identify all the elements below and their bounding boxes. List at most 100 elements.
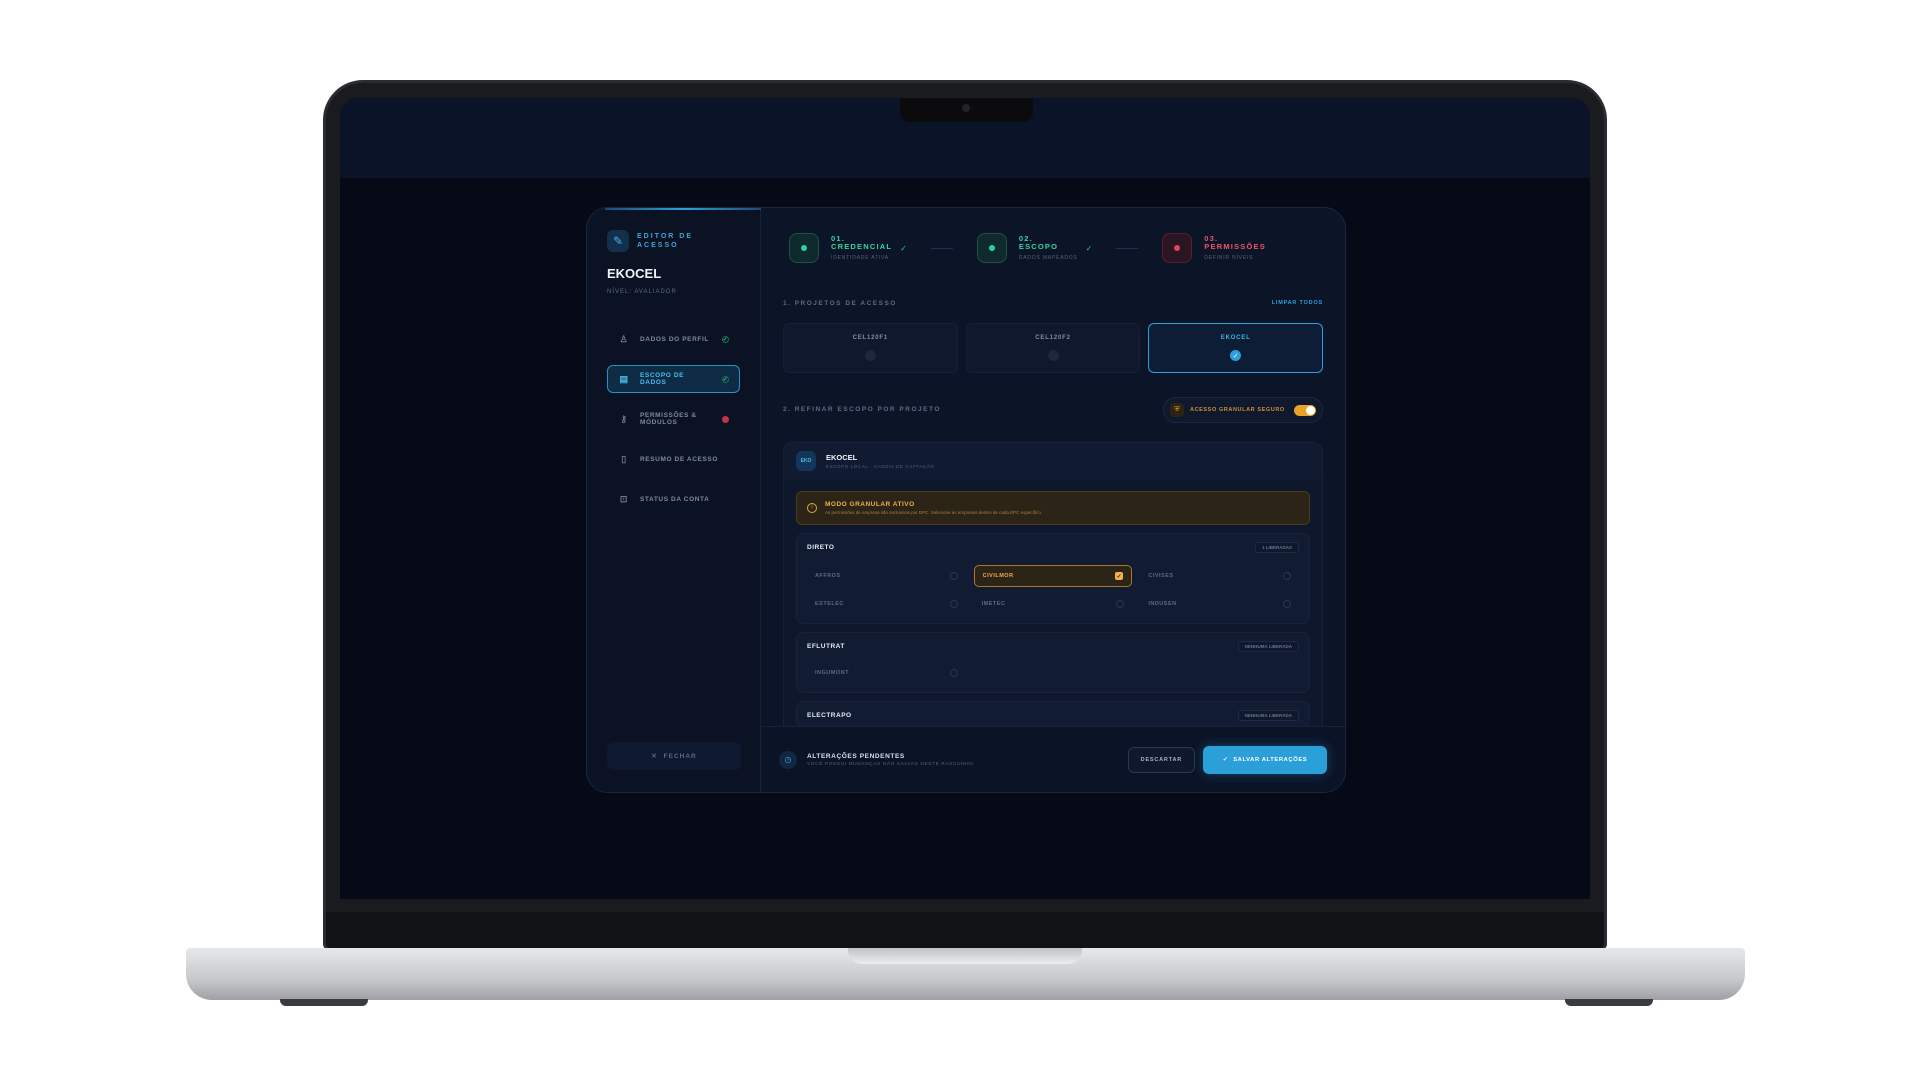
clock-icon: ◷ xyxy=(779,750,797,769)
company-group-electrapo: ELECTRAPO NENHUMA LIBERADA xyxy=(796,701,1310,728)
project-name: CEL120F2 xyxy=(1035,335,1071,341)
company-option[interactable]: CIVISES xyxy=(1140,565,1299,587)
sidebar-accent-line xyxy=(605,208,761,210)
step-desc: DADOS MAPEADOS xyxy=(1018,254,1078,261)
checkbox-icon[interactable] xyxy=(949,600,958,608)
option-label: INDUSEN xyxy=(1148,601,1177,607)
company-option[interactable]: INDUSEN xyxy=(1140,593,1299,615)
checkbox-icon[interactable] xyxy=(949,572,958,580)
checkbox-icon[interactable] xyxy=(1283,600,1291,608)
panel-header: EKO EKOCEL ESCOPO LOCAL · CADEIA DE CAPT… xyxy=(784,443,1322,479)
check-icon: ✓ xyxy=(1222,756,1229,763)
footer-subtitle: VOCÊ POSSUI MUDANÇAS NÃO SALVAS NESTE RA… xyxy=(807,761,974,767)
key-icon: ⚷ xyxy=(620,413,628,424)
checkbox-icon[interactable] xyxy=(1116,600,1125,608)
clear-all-link[interactable]: LIMPAR TODOS xyxy=(1272,300,1323,306)
toggle-label: ACESSO GRANULAR SEGURO xyxy=(1190,407,1285,413)
option-label: AFFROS xyxy=(815,573,841,579)
sidebar-item-permissions[interactable]: ⚷ PERMISSÕES & MÓDULOS xyxy=(607,405,740,433)
sidebar-item-label: ESCOPO DE DADOS xyxy=(640,372,685,386)
step-connector xyxy=(1116,247,1139,249)
step-name: PERMISSÕES xyxy=(1204,241,1266,251)
step-name: CREDENCIAL xyxy=(831,241,893,251)
laptop-chin xyxy=(326,912,1604,948)
step-scope[interactable]: 02. ESCOPO DADOS MAPEADOS ✓ xyxy=(976,233,1093,263)
sidebar-item-account-status[interactable]: ⊡ STATUS DA CONTA xyxy=(607,485,740,513)
company-group-eflutrat: EFLUTRAT NENHUMA LIBERADA INGUMONT xyxy=(796,632,1310,693)
user-icon: ♙ xyxy=(619,333,629,344)
group-badge: NENHUMA LIBERADA xyxy=(1237,710,1299,721)
group-badge: 1 LIBERADAS xyxy=(1254,542,1299,553)
project-card-selected[interactable]: EKOCEL ✓ xyxy=(1148,323,1324,373)
alert-title: MODO GRANULAR ATIVO xyxy=(825,501,915,508)
step-name: ESCOPO xyxy=(1018,241,1059,251)
project-scope-panel: EKO EKOCEL ESCOPO LOCAL · CADEIA DE CAPT… xyxy=(783,442,1323,742)
company-option[interactable]: AFFROS xyxy=(807,565,966,587)
step-dot-icon xyxy=(1162,233,1193,263)
group-badge: NENHUMA LIBERADA xyxy=(1237,641,1299,652)
group-title: EFLUTRAT xyxy=(807,643,845,650)
granular-mode-alert: ! MODO GRANULAR ATIVO As permissões de e… xyxy=(796,491,1310,525)
save-button-label: SALVAR ALTERAÇÕES xyxy=(1233,756,1308,763)
step-permissions[interactable]: 03. PERMISSÕES DEFINIR NÍVEIS xyxy=(1162,233,1266,263)
refine-section: 2. REFINAR ESCOPO POR PROJETO ⛨ ACESSO G… xyxy=(783,397,1323,423)
profile-level: NÍVEL: AVALIADOR xyxy=(607,289,677,295)
radio-icon xyxy=(1047,350,1059,361)
checkbox-checked-icon[interactable]: ✓ xyxy=(1115,572,1124,580)
company-option[interactable]: INGUMONT xyxy=(807,662,966,684)
step-dot-icon xyxy=(976,233,1007,263)
company-option-checked[interactable]: CIVILMOR ✓ xyxy=(973,565,1133,587)
radio-icon xyxy=(864,350,876,361)
project-card[interactable]: CEL120F2 xyxy=(965,323,1141,373)
error-status-icon xyxy=(722,415,729,423)
database-icon: ▤ xyxy=(619,373,629,384)
check-icon: ✓ xyxy=(1085,243,1093,253)
stepper: 01. CREDENCIAL IDENTIDADE ATIVA ✓ 02. ES… xyxy=(761,208,1345,268)
sidebar-item-profile-data[interactable]: ♙ DADOS DO PERFIL ✓ xyxy=(607,325,740,353)
project-avatar: EKO xyxy=(796,451,816,471)
projects-section: 1. PROJETOS DE ACESSO LIMPAR TODOS CEL12… xyxy=(783,300,1324,373)
close-button[interactable]: ✕ FECHAR xyxy=(607,742,741,770)
save-changes-button[interactable]: ✓ SALVAR ALTERAÇÕES xyxy=(1203,745,1327,774)
option-label: IMETEC xyxy=(981,601,1006,607)
option-label: CIVISES xyxy=(1148,573,1174,579)
step-desc: DEFINIR NÍVEIS xyxy=(1204,254,1254,261)
option-label: CIVILMOR xyxy=(982,573,1014,579)
sidebar-item-data-scope[interactable]: ▤ ESCOPO DE DADOS ✓ xyxy=(607,365,740,393)
company-options: AFFROS CIVILMOR ✓ CIVISES ESTELEC IMETEC … xyxy=(807,565,1299,615)
check-status-icon: ✓ xyxy=(722,375,729,383)
sidebar-item-label: PERMISSÕES & MÓDULOS xyxy=(640,412,697,426)
laptop-foot-left xyxy=(280,999,368,1006)
discard-button[interactable]: DESCARTAR xyxy=(1127,746,1195,773)
laptop-base-notch xyxy=(848,948,1082,964)
company-option[interactable]: IMETEC xyxy=(974,593,1133,615)
group-title: ELECTRAPO xyxy=(807,712,852,719)
project-card[interactable]: CEL120F1 xyxy=(783,323,958,373)
project-name: EKOCEL xyxy=(1220,335,1251,341)
step-credential[interactable]: 01. CREDENCIAL IDENTIDADE ATIVA ✓ xyxy=(789,233,907,263)
check-icon: ✓ xyxy=(900,243,907,253)
info-icon: ! xyxy=(807,503,817,513)
panel-subtitle: ESCOPO LOCAL · CADEIA DE CAPTAÇÃO xyxy=(826,464,935,469)
checkbox-icon[interactable] xyxy=(949,669,958,677)
granular-access-toggle[interactable]: ⛨ ACESSO GRANULAR SEGURO xyxy=(1163,397,1323,423)
check-status-icon: ✓ xyxy=(722,335,729,343)
edit-icon: ✎ xyxy=(607,230,629,252)
stage: ✎ EDITOR DE ACESSO EKOCEL NÍVEL: AVALIAD… xyxy=(0,0,1920,1080)
laptop-foot-right xyxy=(1565,999,1653,1006)
step-connector xyxy=(930,247,953,249)
sidebar-kicker: EDITOR DE ACESSO xyxy=(637,233,693,249)
toggle-switch[interactable] xyxy=(1294,404,1316,416)
step-desc: IDENTIDADE ATIVA xyxy=(831,254,889,261)
shield-icon: ⛨ xyxy=(1170,403,1184,417)
panel-title: EKOCEL xyxy=(826,453,858,462)
project-name: CEL120F1 xyxy=(852,335,889,341)
camera-icon xyxy=(962,104,970,112)
option-label: ESTELEC xyxy=(815,601,844,607)
company-option[interactable]: ESTELEC xyxy=(807,593,966,615)
sidebar-item-access-summary[interactable]: ▯ RESUMO DE ACESSO xyxy=(607,445,740,473)
section-label: 1. PROJETOS DE ACESSO xyxy=(783,300,897,307)
close-button-label: FECHAR xyxy=(663,752,697,760)
group-title: DIRETO xyxy=(807,544,835,551)
checkbox-icon[interactable] xyxy=(1283,572,1291,580)
